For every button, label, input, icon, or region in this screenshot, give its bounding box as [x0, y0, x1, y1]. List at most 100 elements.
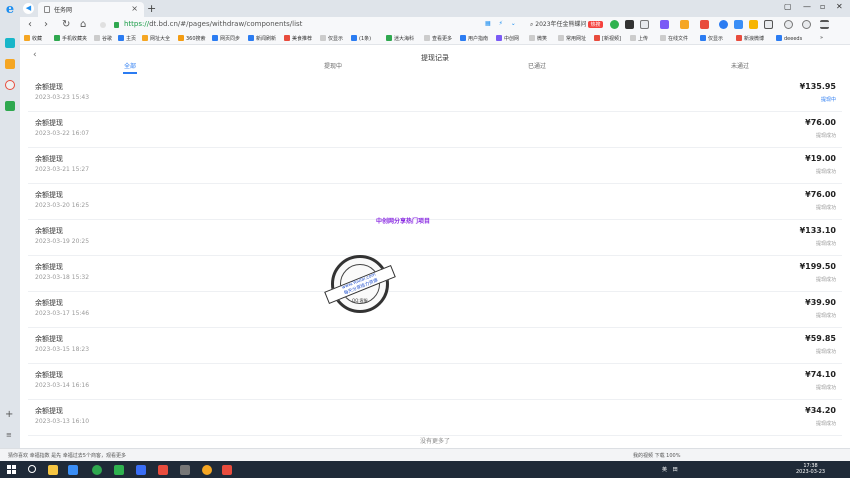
- search-input[interactable]: ⌕ 2023年任金熊蝶问 热搜: [530, 19, 603, 29]
- search-icon[interactable]: [28, 465, 36, 473]
- chrome-taskbar-icon[interactable]: [202, 465, 212, 475]
- search-ext-icon[interactable]: [719, 20, 728, 29]
- minimize-icon[interactable]: —: [803, 2, 811, 11]
- no-more-text: 没有更多了: [419, 438, 450, 445]
- bookmark-item[interactable]: 仅显示: [320, 35, 343, 42]
- record-row[interactable]: 余额提现 2023-03-21 15:27 ¥19.00 提现成功: [28, 148, 842, 184]
- record-row[interactable]: 余额提现 2023-03-14 16:16 ¥74.10 提现成功: [28, 364, 842, 400]
- tab-all[interactable]: 全部: [124, 61, 136, 70]
- search-query: 2023年任金熊蝶问: [535, 21, 587, 28]
- grid-icon[interactable]: [764, 20, 773, 29]
- url-input[interactable]: https://dt.bd.cn/#/pages/withdraw/compon…: [100, 19, 520, 31]
- tab-approved[interactable]: 已通过: [528, 61, 546, 70]
- bookmark-item[interactable]: 网页同步: [212, 35, 240, 42]
- pin-icon[interactable]: ▢: [784, 2, 792, 11]
- undo-icon[interactable]: [802, 20, 811, 29]
- new-tab-button[interactable]: +: [147, 2, 156, 15]
- clock[interactable]: 17:38 2023-03-23: [796, 463, 825, 475]
- site-info-icon[interactable]: [100, 22, 106, 28]
- screenshot-icon[interactable]: [625, 20, 634, 29]
- status-right-text[interactable]: 我的视频 下载 100%: [633, 452, 680, 459]
- bookmark-item[interactable]: 360搜索: [178, 35, 206, 42]
- refresh-icon[interactable]: ↻: [62, 19, 70, 30]
- bookmark-item[interactable]: 网址大全: [142, 35, 170, 42]
- list-icon[interactable]: ≡: [6, 431, 12, 439]
- record-row[interactable]: 余额提现 2023-03-23 15:43 ¥135.95 提现中: [28, 76, 842, 112]
- bookmark-item[interactable]: 迷大海科: [386, 35, 414, 42]
- bookmark-item[interactable]: 用户指南: [460, 35, 488, 42]
- record-time: 2023-03-23 15:43: [35, 94, 90, 101]
- window-close-icon[interactable]: ✕: [836, 2, 843, 11]
- star-icon[interactable]: [5, 59, 15, 69]
- bookmark-item[interactable]: 新闻刷新: [248, 35, 276, 42]
- menu-icon[interactable]: [820, 20, 829, 29]
- bookmark-item[interactable]: 查看更多: [424, 35, 452, 42]
- wechat-taskbar-icon[interactable]: [114, 465, 124, 475]
- bookmark-item[interactable]: 微笑: [529, 35, 547, 42]
- url-action-icons[interactable]: ▦ ⚡ ⌄: [485, 20, 519, 27]
- record-row[interactable]: 余额提现 2023-03-20 16:25 ¥76.00 提现成功: [28, 184, 842, 220]
- bookmark-item[interactable]: 仅显示: [700, 35, 723, 42]
- shield-icon[interactable]: [680, 20, 689, 29]
- bookmark-item[interactable]: 手机收藏夹: [54, 35, 87, 42]
- maximize-icon[interactable]: ▫: [820, 2, 825, 11]
- record-status: 提现成功: [815, 205, 836, 211]
- file-explorer-icon[interactable]: [48, 465, 58, 475]
- chevron-right-icon[interactable]: »: [820, 35, 823, 41]
- browser-logo-icon[interactable]: e: [3, 3, 17, 17]
- game-icon[interactable]: [700, 20, 709, 29]
- record-row[interactable]: 余额提现 2023-03-18 15:32 ¥199.50 提现成功: [28, 256, 842, 292]
- record-row[interactable]: 余额提现 2023-03-17 15:46 ¥39.90 提现成功: [28, 292, 842, 328]
- browser-tab[interactable]: 任务网 ×: [38, 2, 144, 17]
- bookmark-item[interactable]: 在线文件: [660, 35, 688, 42]
- bookmark-item[interactable]: 美食推荐: [284, 35, 312, 42]
- bookmark-item[interactable]: 上传: [630, 35, 648, 42]
- rail-app-icon[interactable]: [5, 38, 15, 48]
- record-title: 余额提现: [35, 263, 63, 271]
- add-icon[interactable]: +: [5, 409, 13, 420]
- translate-icon[interactable]: [734, 20, 743, 29]
- back-icon[interactable]: ‹: [28, 19, 32, 30]
- bookmark-item[interactable]: 常用网址: [558, 35, 586, 42]
- bookmark-item[interactable]: 收藏: [24, 35, 42, 42]
- forward-icon[interactable]: ›: [44, 19, 48, 30]
- video-taskbar-icon[interactable]: [158, 465, 168, 475]
- bookmark-item[interactable]: 主页: [118, 35, 136, 42]
- home-icon[interactable]: ⌂: [80, 19, 86, 30]
- tab-rejected[interactable]: 未通过: [731, 61, 749, 70]
- settings-icon[interactable]: [784, 20, 793, 29]
- record-amount: ¥19.00: [805, 154, 836, 163]
- tool-taskbar-icon[interactable]: [180, 465, 190, 475]
- app-taskbar-icon[interactable]: [92, 465, 102, 475]
- record-title: 余额提现: [35, 83, 63, 91]
- browser-tabbar: e ◀ 任务网 × + ▢ — ▫ ✕: [0, 0, 850, 17]
- record-row[interactable]: 余额提现 2023-03-19 20:25 ¥133.10 提现成功: [28, 220, 842, 256]
- tab-processing[interactable]: 提现中: [324, 61, 342, 70]
- record-amount: ¥39.90: [805, 298, 836, 307]
- bookmark-item[interactable]: 中创网: [496, 35, 519, 42]
- system-tray[interactable]: 英 田: [662, 466, 680, 473]
- page-icon: [44, 6, 50, 13]
- extension-icon[interactable]: [660, 20, 669, 29]
- close-icon[interactable]: ×: [131, 4, 138, 13]
- bookmark-item[interactable]: [新视频]: [594, 35, 621, 42]
- windows-start-icon[interactable]: [7, 465, 16, 474]
- cut-icon[interactable]: [640, 20, 649, 29]
- bookmark-item[interactable]: 新浪微博: [736, 35, 764, 42]
- browser-taskbar-icon[interactable]: [68, 465, 78, 475]
- download-icon[interactable]: [749, 20, 758, 29]
- record-row[interactable]: 余额提现 2023-03-13 16:10 ¥34.20 提现成功: [28, 400, 842, 436]
- weibo-icon[interactable]: [5, 80, 15, 90]
- tab-history-icon[interactable]: ◀: [23, 3, 34, 14]
- bookmark-item[interactable]: 谷歌: [94, 35, 112, 42]
- record-row[interactable]: 余额提现 2023-03-22 16:07 ¥76.00 提现成功: [28, 112, 842, 148]
- wps-taskbar-icon[interactable]: [222, 465, 232, 475]
- bookmark-item[interactable]: (1条): [351, 35, 371, 42]
- record-row[interactable]: 余额提现 2023-03-15 18:23 ¥59.85 提现成功: [28, 328, 842, 364]
- notes-icon[interactable]: [5, 101, 15, 111]
- wechat-icon[interactable]: [610, 20, 619, 29]
- browser-statusbar: 猜你喜欢 幸福指数 是先 幸福过去5个商客，观看更多 我的视频 下载 100%: [0, 448, 850, 461]
- mail-taskbar-icon[interactable]: [136, 465, 146, 475]
- status-left-text[interactable]: 猜你喜欢 幸福指数 是先 幸福过去5个商客，观看更多: [8, 452, 126, 459]
- bookmark-item[interactable]: deeeds: [776, 35, 802, 42]
